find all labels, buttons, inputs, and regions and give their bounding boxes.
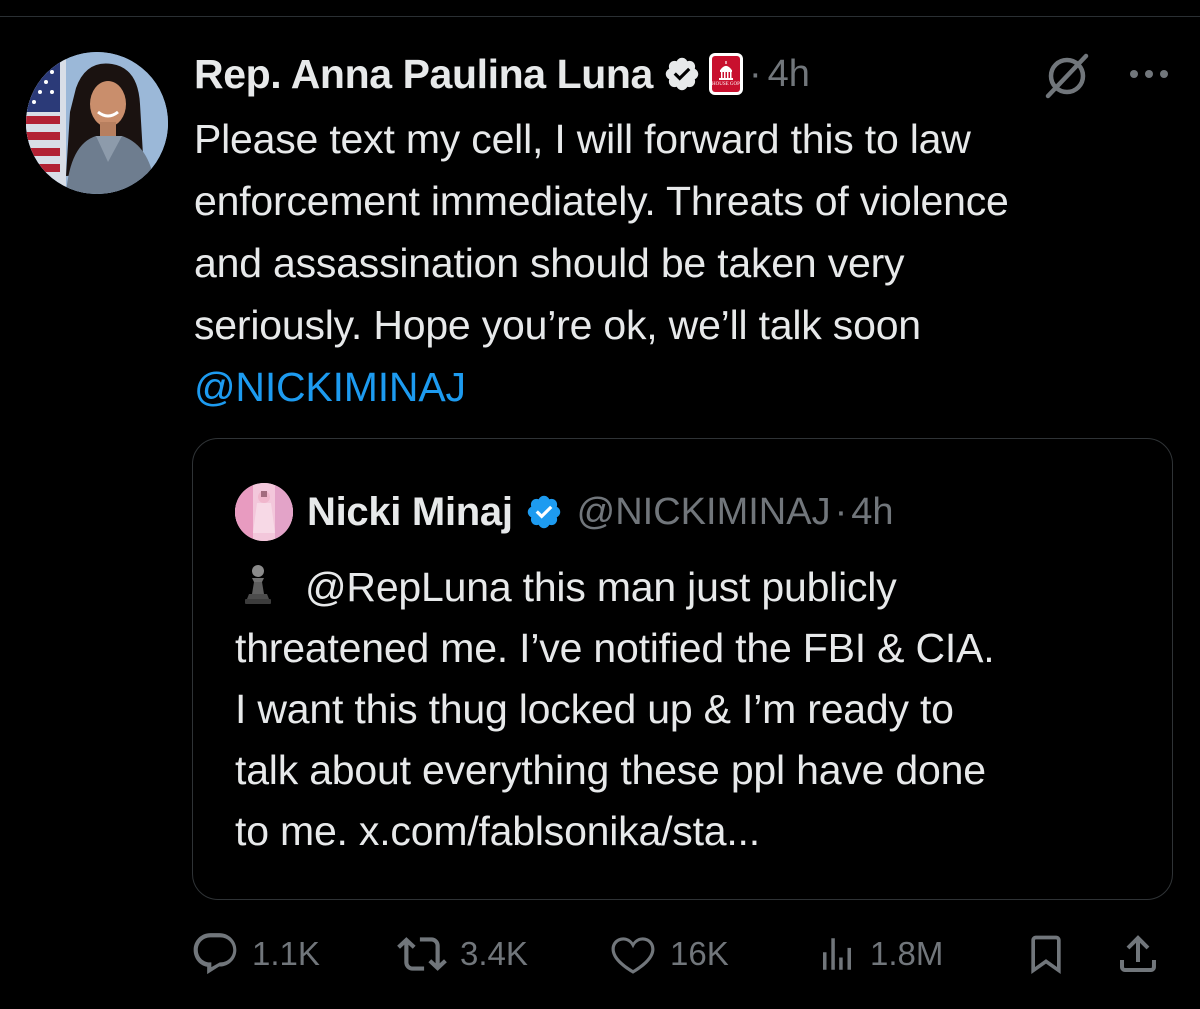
tweet-timestamp[interactable]: 4h [768, 53, 810, 96]
quoted-author-name[interactable]: Nicki Minaj [307, 490, 513, 535]
author-avatar[interactable] [26, 52, 168, 194]
share-icon [1114, 929, 1162, 979]
quoted-tweet-text-line: @RepLuna this man just publicly [235, 557, 1155, 618]
quoted-tweet-header: Nicki Minaj @NICKIMINAJ · 4h [307, 483, 894, 541]
tweet-action-bar: 1.1K 3.4K 16K 1.8M [190, 926, 1180, 982]
tweet-text: Please text my cell, I will forward this… [194, 108, 1184, 418]
bookmark-button[interactable] [1024, 926, 1068, 982]
views-button[interactable]: 1.8M [816, 926, 943, 982]
reply-icon [190, 929, 240, 979]
tweet-text-line: Please text my cell, I will forward this… [194, 116, 971, 162]
retweet-count: 3.4K [460, 935, 528, 972]
tweet-detail-page: Rep. Anna Paulina Luna HOUSE GOP · 4h Pl… [0, 0, 1200, 1009]
chess-pawn-icon [235, 561, 281, 607]
top-divider [0, 0, 1200, 17]
views-count: 1.8M [870, 935, 944, 972]
quoted-tweet-timestamp[interactable]: 4h [851, 491, 893, 534]
bookmark-icon [1024, 929, 1068, 979]
quoted-tweet-card[interactable]: Nicki Minaj @NICKIMINAJ · 4h @RepLuna th… [192, 438, 1173, 900]
quoted-tweet-text: @RepLuna this man just publicly threaten… [235, 557, 1155, 862]
grok-icon[interactable] [1040, 52, 1094, 100]
quoted-header-separator: · [834, 490, 848, 533]
tweet-header: Rep. Anna Paulina Luna HOUSE GOP · 4h [194, 48, 810, 100]
analytics-icon [816, 929, 858, 979]
heart-icon [608, 929, 658, 979]
quoted-author-avatar[interactable] [235, 483, 293, 541]
reply-button[interactable]: 1.1K [190, 926, 320, 982]
house-gop-badge-text: HOUSE GOP [712, 82, 740, 87]
house-gop-badge-icon[interactable]: HOUSE GOP [708, 53, 743, 95]
quoted-tweet-text-line: talk about everything these ppl have don… [235, 747, 986, 793]
author-name[interactable]: Rep. Anna Paulina Luna [194, 51, 653, 98]
quoted-tweet-text-line: I want this thug locked up & I’m ready t… [235, 686, 954, 732]
tweet-text-line: enforcement immediately. Threats of viol… [194, 178, 1009, 224]
reply-count: 1.1K [252, 935, 320, 972]
header-separator: · [748, 52, 762, 95]
tweet-text-line: and assassination should be taken very [194, 240, 905, 286]
like-count: 16K [670, 935, 729, 972]
quoted-tweet-text-line: to me. x.com/fablsonika/sta... [235, 808, 760, 854]
tweet-text-line: seriously. Hope you’re ok, we’ll talk so… [194, 302, 921, 348]
mention-link[interactable]: @NICKIMINAJ [194, 356, 1184, 418]
like-button[interactable]: 16K [608, 926, 729, 982]
verified-badge-icon[interactable] [663, 55, 701, 93]
more-options-icon[interactable] [1124, 56, 1174, 92]
share-button[interactable] [1114, 926, 1162, 982]
verified-badge-icon[interactable] [525, 493, 563, 531]
retweet-button[interactable]: 3.4K [396, 926, 528, 982]
retweet-icon [396, 929, 448, 979]
quoted-tweet-text-line-0: @RepLuna this man just publicly [305, 564, 897, 610]
quoted-tweet-text-line: threatened me. I’ve notified the FBI & C… [235, 625, 995, 671]
quoted-author-handle[interactable]: @NICKIMINAJ [577, 491, 831, 534]
